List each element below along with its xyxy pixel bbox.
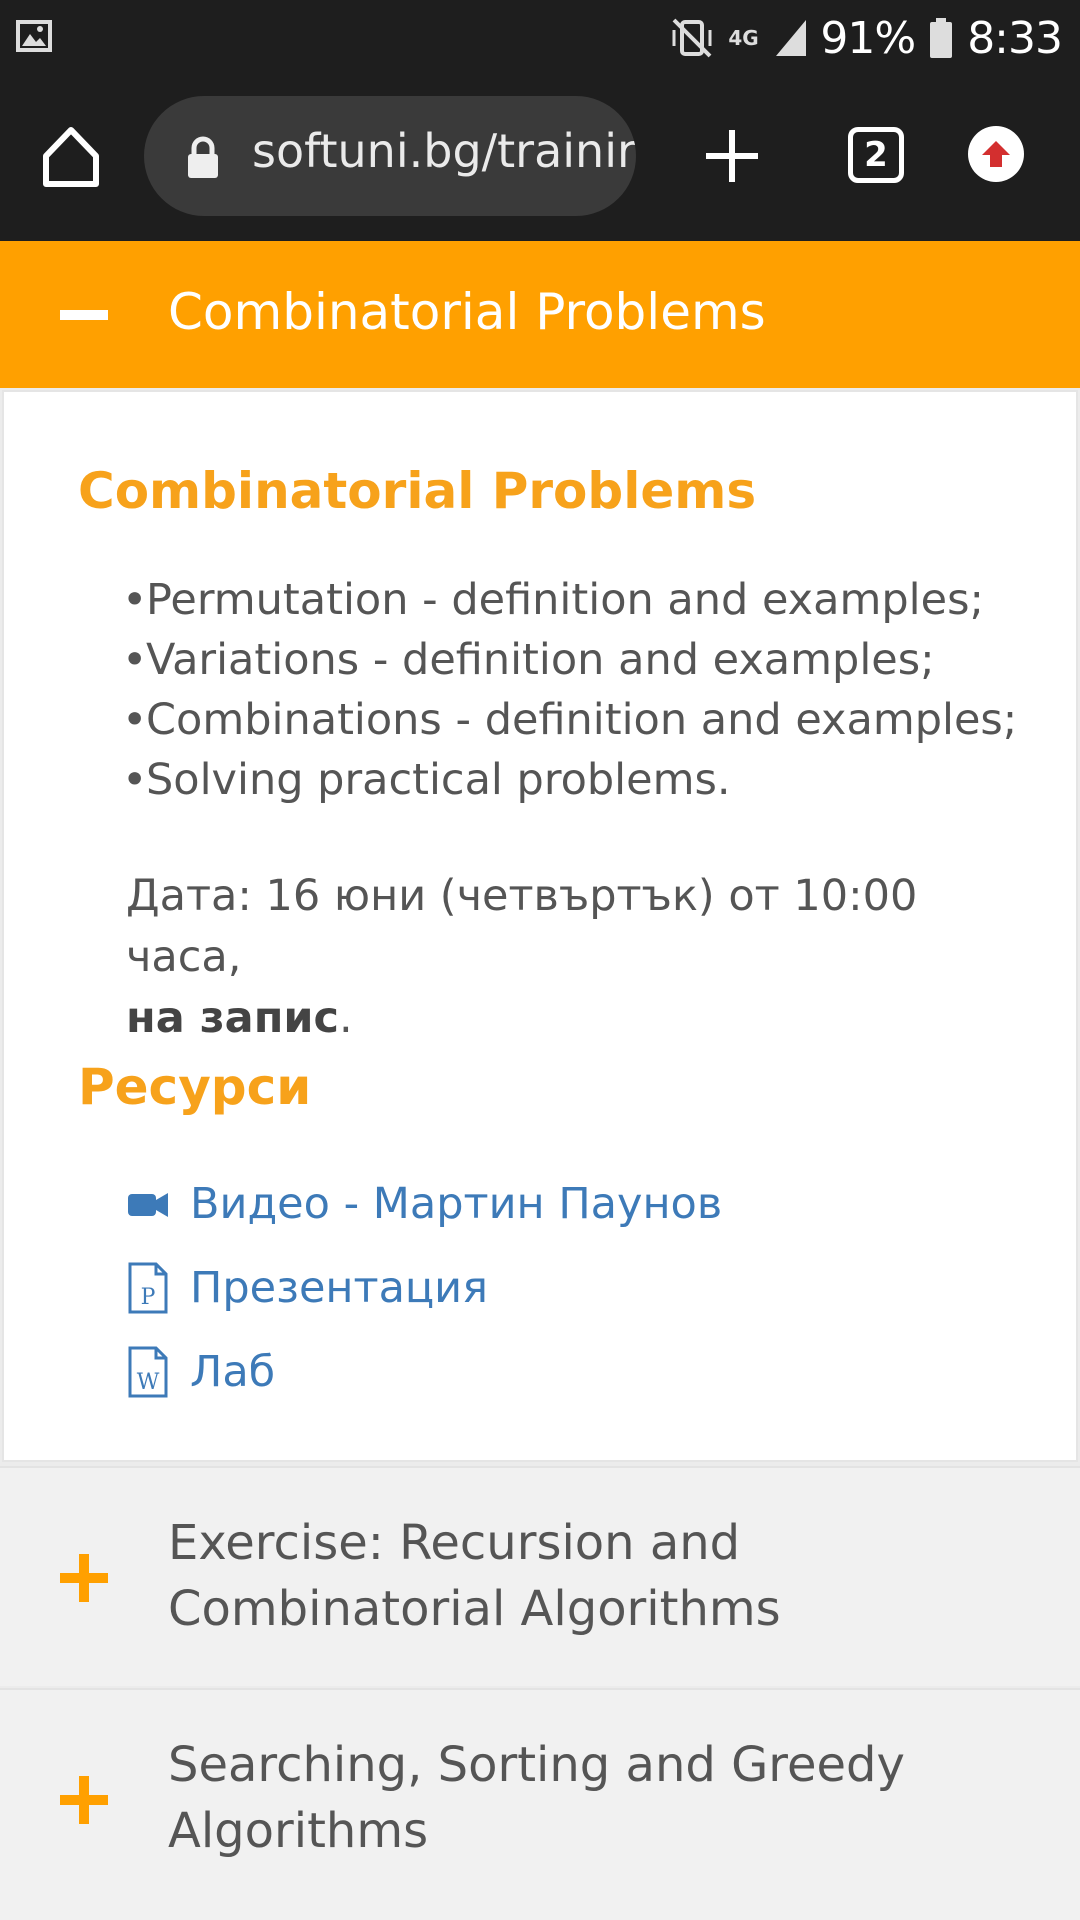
resource-link-video[interactable]: Видео - Мартин Паунов [126, 1162, 722, 1246]
accordion-title: Combinatorial Problems [168, 283, 766, 341]
arrow-up-icon [982, 141, 1010, 167]
address-bar[interactable]: softuni.bg/trainir [144, 96, 636, 216]
list-item: •Variations - definition and examples; [122, 635, 935, 685]
powerpoint-file-icon: P [128, 1262, 168, 1314]
lock-icon [188, 136, 218, 178]
signal-icon [776, 20, 807, 56]
battery-percentage: 91% [820, 12, 916, 64]
expand-plus-icon [60, 1554, 108, 1602]
recording-label: на запис [126, 993, 340, 1043]
accordion-header-expanded[interactable]: Combinatorial Problems [0, 241, 1080, 388]
new-tab-icon[interactable] [702, 126, 762, 186]
expand-plus-icon [60, 1776, 108, 1824]
clock: 8:33 [967, 12, 1063, 64]
list-item: •Permutation - definition and examples; [122, 575, 984, 625]
svg-text:W: W [137, 1370, 160, 1395]
accordion-title: Exercise: Recursion and Combinatorial Alg… [168, 1515, 781, 1637]
tab-switcher-button[interactable]: 2 [848, 127, 904, 183]
collapse-minus-icon [60, 310, 108, 320]
resources-heading: Ресурси [78, 1058, 312, 1116]
resource-label: Презентация [190, 1263, 488, 1313]
video-icon [128, 1193, 168, 1217]
battery-icon [930, 18, 953, 58]
word-file-icon: W [128, 1346, 168, 1398]
accordion-item-searching-sorting[interactable]: Searching, Sorting and Greedy Algorithms [0, 1688, 1080, 1920]
update-button[interactable] [968, 126, 1024, 182]
list-item: •Combinations - definition and examples; [122, 695, 1018, 745]
date-text: Дата: 16 юни (четвъртък) от 10:00 часа, [126, 871, 918, 982]
resources-list: Видео - Мартин Паунов P Презентация W Ла… [126, 1162, 722, 1414]
resource-label: Лаб [190, 1347, 276, 1397]
status-bar: 4G 91% 8:33 [0, 0, 1080, 76]
resource-link-presentation[interactable]: P Презентация [126, 1246, 722, 1330]
accordion-content-panel: Combinatorial Problems •Permutation - de… [2, 390, 1078, 1462]
date-info: Дата: 16 юни (четвъртък) от 10:00 часа, … [126, 871, 918, 1043]
list-item: •Solving practical problems. [122, 755, 731, 805]
accordion-item-exercise[interactable]: Exercise: Recursion and Combinatorial Alg… [0, 1466, 1080, 1686]
home-icon[interactable] [38, 116, 104, 196]
browser-toolbar: softuni.bg/trainir 2 [0, 76, 1080, 241]
resource-label: Видео - Мартин Паунов [190, 1179, 723, 1229]
network-type-icon: 4G [728, 26, 759, 50]
svg-text:P: P [141, 1285, 156, 1310]
accordion-title: Searching, Sorting and Greedy Algorithms [168, 1737, 905, 1859]
gallery-notification-icon [16, 20, 52, 52]
url-text: softuni.bg/trainir [252, 124, 636, 178]
vibrate-mute-icon [672, 18, 712, 58]
resource-link-lab[interactable]: W Лаб [126, 1330, 722, 1414]
topic-list: •Permutation - definition and examples; … [122, 570, 1017, 810]
section-heading: Combinatorial Problems [78, 462, 757, 520]
